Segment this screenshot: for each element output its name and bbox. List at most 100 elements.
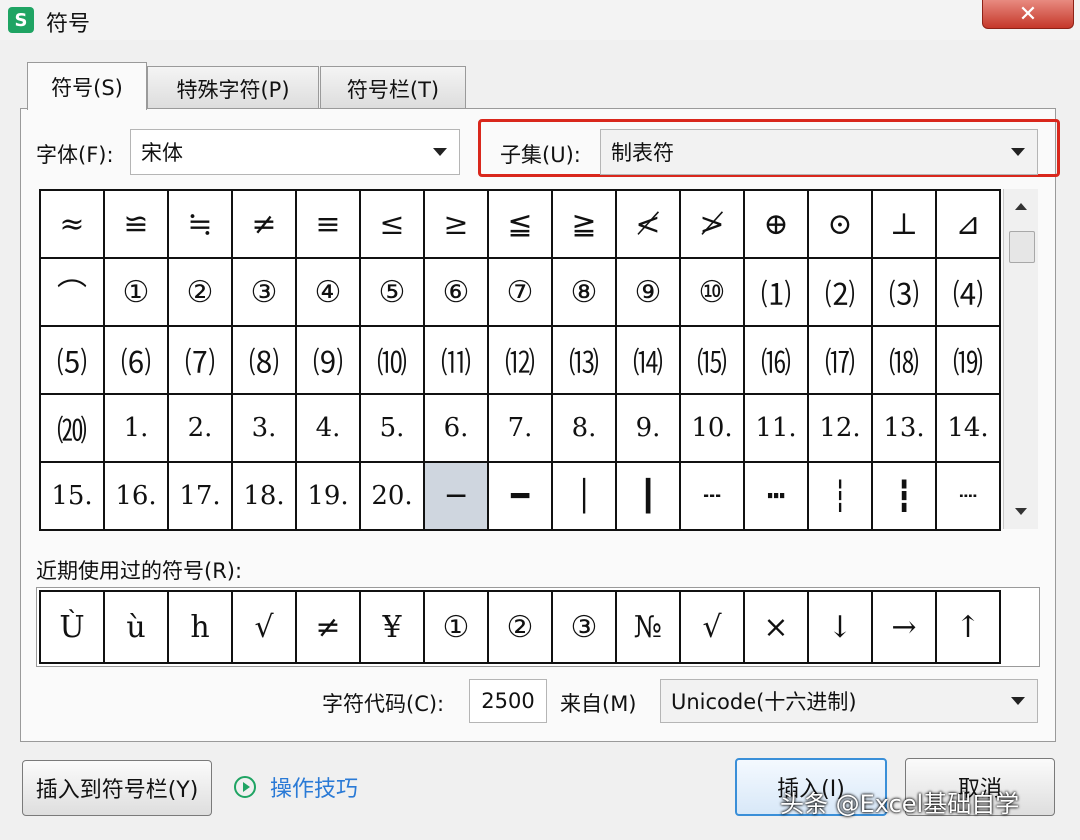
insert-to-symbol-bar-button[interactable]: 插入到符号栏(Y) (22, 760, 212, 816)
subset-select[interactable]: 制表符 (600, 129, 1038, 175)
recent-symbol-cell[interactable]: ↑ (937, 592, 1001, 664)
symbol-cell[interactable]: ━ (489, 463, 553, 531)
recent-symbol-cell[interactable]: № (617, 592, 681, 664)
symbol-cell[interactable]: ⑻ (233, 327, 297, 395)
symbol-cell[interactable]: 20. (361, 463, 425, 531)
symbol-cell[interactable]: ≠ (233, 191, 297, 259)
symbol-cell[interactable]: 4. (297, 395, 361, 463)
recent-symbol-cell[interactable]: ù (105, 592, 169, 664)
symbol-cell[interactable]: ┈ (937, 463, 1001, 531)
recent-symbol-cell[interactable]: √ (681, 592, 745, 664)
symbol-cell[interactable]: ③ (233, 259, 297, 327)
recent-symbol-cell[interactable]: Ù (41, 592, 105, 664)
symbol-cell[interactable]: ┅ (745, 463, 809, 531)
from-select[interactable]: Unicode(十六进制) (660, 679, 1038, 723)
symbol-cell[interactable]: │ (553, 463, 617, 531)
symbol-cell[interactable]: ⌒ (41, 259, 105, 327)
recent-symbol-cell[interactable]: h (169, 592, 233, 664)
symbol-cell[interactable]: ≤ (361, 191, 425, 259)
symbol-cell[interactable]: ② (169, 259, 233, 327)
symbol-cell[interactable]: 13. (873, 395, 937, 463)
symbol-cell[interactable]: ⑸ (41, 327, 105, 395)
symbol-cell[interactable]: 2. (169, 395, 233, 463)
symbol-cell[interactable]: ⑨ (617, 259, 681, 327)
tab-symbol-bar[interactable]: 符号栏(T) (320, 66, 466, 110)
scroll-down-icon[interactable] (1015, 508, 1027, 515)
symbol-cell[interactable]: ⒇ (41, 395, 105, 463)
symbol-cell[interactable]: ⑽ (361, 327, 425, 395)
symbol-cell[interactable]: ④ (297, 259, 361, 327)
symbol-cell[interactable]: ≯ (681, 191, 745, 259)
recent-symbol-cell[interactable]: ③ (553, 592, 617, 664)
symbol-cell[interactable]: ┃ (617, 463, 681, 531)
symbol-cell[interactable]: 16. (105, 463, 169, 531)
symbol-cell[interactable]: ≈ (41, 191, 105, 259)
symbol-cell[interactable]: ⊿ (937, 191, 1001, 259)
symbol-cell[interactable]: ⑷ (937, 259, 1001, 327)
symbol-cell[interactable]: ≮ (617, 191, 681, 259)
symbol-cell[interactable]: ⑴ (745, 259, 809, 327)
scroll-up-icon[interactable] (1015, 203, 1027, 210)
symbol-cell[interactable]: 11. (745, 395, 809, 463)
symbol-cell[interactable]: 6. (425, 395, 489, 463)
scroll-thumb[interactable] (1009, 231, 1035, 263)
symbol-cell[interactable]: ┇ (873, 463, 937, 531)
symbol-cell[interactable]: 8. (553, 395, 617, 463)
symbol-cell[interactable]: ⑾ (425, 327, 489, 395)
symbol-cell[interactable]: ⒆ (937, 327, 1001, 395)
symbol-cell[interactable]: ≦ (489, 191, 553, 259)
symbol-cell[interactable]: ⊙ (809, 191, 873, 259)
recent-symbol-cell[interactable]: → (873, 592, 937, 664)
symbol-cell[interactable]: ⑹ (105, 327, 169, 395)
recent-symbol-cell[interactable]: √ (233, 592, 297, 664)
symbol-cell[interactable]: 9. (617, 395, 681, 463)
tab-special-characters[interactable]: 特殊字符(P) (147, 66, 319, 110)
symbol-cell[interactable]: ┆ (809, 463, 873, 531)
symbol-cell[interactable]: ⊥ (873, 191, 937, 259)
recent-symbol-cell[interactable]: ≠ (297, 592, 361, 664)
symbol-cell[interactable]: ① (105, 259, 169, 327)
recent-symbol-cell[interactable]: ① (425, 592, 489, 664)
symbol-cell[interactable]: ⑥ (425, 259, 489, 327)
symbol-cell[interactable]: 1. (105, 395, 169, 463)
symbol-cell[interactable]: ≥ (425, 191, 489, 259)
recent-symbol-cell[interactable]: ¥ (361, 592, 425, 664)
symbol-cell[interactable]: ≌ (105, 191, 169, 259)
close-button[interactable]: ✕ (982, 0, 1074, 29)
symbol-cell[interactable]: ⑺ (169, 327, 233, 395)
symbol-cell[interactable]: ≧ (553, 191, 617, 259)
font-select[interactable]: 宋体 (130, 129, 460, 175)
recent-symbol-cell[interactable]: ② (489, 592, 553, 664)
symbol-cell[interactable]: ⒄ (809, 327, 873, 395)
symbol-cell[interactable]: ⒅ (873, 327, 937, 395)
symbol-cell[interactable]: ⑵ (809, 259, 873, 327)
symbol-cell[interactable]: 3. (233, 395, 297, 463)
recent-symbol-cell[interactable]: × (745, 592, 809, 664)
symbol-cell[interactable]: 7. (489, 395, 553, 463)
symbol-cell[interactable]: ≡ (297, 191, 361, 259)
symbol-cell[interactable]: ─ (425, 463, 489, 531)
symbol-cell[interactable]: ⒃ (745, 327, 809, 395)
symbol-cell[interactable]: 10. (681, 395, 745, 463)
symbol-cell[interactable]: ⒁ (617, 327, 681, 395)
symbol-cell[interactable]: ⒀ (553, 327, 617, 395)
symbol-cell[interactable]: 12. (809, 395, 873, 463)
symbol-cell[interactable]: 17. (169, 463, 233, 531)
symbol-cell[interactable]: 18. (233, 463, 297, 531)
symbol-cell[interactable]: 15. (41, 463, 105, 531)
tab-symbol[interactable]: 符号(S) (27, 62, 147, 110)
symbol-grid-scrollbar[interactable] (1003, 189, 1038, 529)
symbol-cell[interactable]: 19. (297, 463, 361, 531)
operation-tips-link[interactable]: 操作技巧 (234, 772, 358, 802)
symbol-cell[interactable]: ⑶ (873, 259, 937, 327)
symbol-cell[interactable]: ⑧ (553, 259, 617, 327)
symbol-cell[interactable]: ≒ (169, 191, 233, 259)
char-code-input[interactable]: 2500 (469, 679, 547, 723)
symbol-cell[interactable]: ⑿ (489, 327, 553, 395)
symbol-cell[interactable]: ⊕ (745, 191, 809, 259)
symbol-cell[interactable]: ⑦ (489, 259, 553, 327)
symbol-cell[interactable]: ⑩ (681, 259, 745, 327)
symbol-cell[interactable]: ⒂ (681, 327, 745, 395)
symbol-cell[interactable]: ⑤ (361, 259, 425, 327)
symbol-cell[interactable]: 5. (361, 395, 425, 463)
